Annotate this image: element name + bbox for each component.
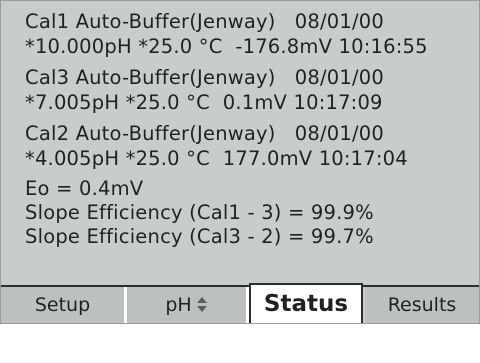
calibration-summary: Eo = 0.4mV Slope Efficiency (Cal1 - 3) =… — [25, 177, 479, 249]
status-panel: Cal1 Auto-Buffer(Jenway) 08/01/00 *10.00… — [1, 1, 479, 283]
tab-setup-label: Setup — [34, 294, 91, 316]
tab-ph[interactable]: pH — [127, 287, 249, 323]
up-down-arrows-icon — [196, 297, 208, 313]
record-header: Cal1 Auto-Buffer(Jenway) 08/01/00 — [25, 10, 384, 33]
record-reading: *7.005pH *25.0 °C 0.1mV 10:17:09 — [25, 91, 383, 114]
record-header: Cal3 Auto-Buffer(Jenway) 08/01/00 — [25, 66, 384, 89]
instrument-display: Cal1 Auto-Buffer(Jenway) 08/01/00 *10.00… — [0, 0, 480, 324]
slope-efficiency-cal3-2: Slope Efficiency (Cal3 - 2) = 99.7% — [25, 225, 374, 248]
slope-efficiency-cal1-3: Slope Efficiency (Cal1 - 3) = 99.9% — [25, 201, 374, 224]
tab-setup[interactable]: Setup — [1, 287, 127, 323]
record-header: Cal2 Auto-Buffer(Jenway) 08/01/00 — [25, 122, 384, 145]
tab-status-label: Status — [263, 291, 349, 317]
tab-ph-label: pH — [165, 294, 192, 316]
calibration-record-cal1: Cal1 Auto-Buffer(Jenway) 08/01/00 *10.00… — [25, 9, 479, 59]
record-reading: *4.005pH *25.0 °C 177.0mV 10:17:04 — [25, 147, 408, 170]
eo-value: Eo = 0.4mV — [25, 177, 144, 200]
tab-results-label: Results — [387, 294, 457, 316]
tab-results[interactable]: Results — [365, 287, 479, 323]
calibration-record-cal2: Cal2 Auto-Buffer(Jenway) 08/01/00 *4.005… — [25, 121, 479, 171]
record-reading: *10.000pH *25.0 °C -176.8mV 10:16:55 — [25, 35, 428, 58]
tab-status[interactable]: Status — [249, 283, 363, 323]
calibration-record-cal3: Cal3 Auto-Buffer(Jenway) 08/01/00 *7.005… — [25, 65, 479, 115]
